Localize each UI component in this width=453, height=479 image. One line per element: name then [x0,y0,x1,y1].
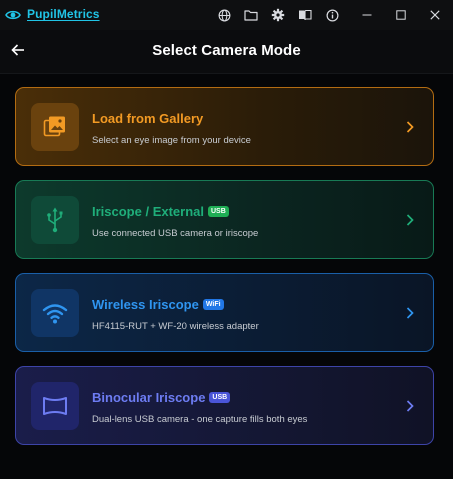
page-title: Select Camera Mode [152,42,301,59]
wifi-icon [31,289,79,337]
chevron-right-icon [404,212,416,228]
card-description: Dual-lens USB camera - one capture fills… [92,414,308,425]
usb-badge: USB [209,392,231,403]
iriscope-external-card[interactable]: Iriscope / External USB Use connected USB… [15,180,434,259]
eye-icon [5,7,21,23]
close-icon[interactable] [425,5,445,25]
load-from-gallery-card[interactable]: Load from Gallery Select an eye image fr… [15,87,434,166]
usb-badge: USB [208,206,229,217]
title-bar: PupilMetrics [0,0,453,30]
card-description: Use connected USB camera or iriscope [92,228,259,239]
binocular-iriscope-card[interactable]: Binocular Iriscope USB Dual-lens USB came… [15,366,434,445]
folder-icon[interactable] [243,7,259,23]
gallery-image-icon [31,103,79,151]
chevron-right-icon [404,398,416,414]
card-title: Load from Gallery [92,111,204,126]
wifi-badge: WiFi [202,299,224,310]
app-name: PupilMetrics [27,7,100,21]
card-description: HF4115-RUT + WF-20 wireless adapter [92,321,259,332]
card-title: Wireless Iriscope WiFi [92,297,224,312]
gear-icon[interactable] [270,7,286,23]
book-icon[interactable] [297,7,313,23]
info-icon[interactable] [324,7,340,23]
panorama-icon [31,382,79,430]
chevron-right-icon [404,305,416,321]
globe-icon[interactable] [216,7,232,23]
page-header: Select Camera Mode [0,30,453,74]
wireless-iriscope-card[interactable]: Wireless Iriscope WiFi HF4115-RUT + WF-20… [15,273,434,352]
minimize-icon[interactable] [357,5,377,25]
usb-icon [31,196,79,244]
card-title: Binocular Iriscope USB [92,390,231,405]
chevron-right-icon [404,119,416,135]
card-description: Select an eye image from your device [92,135,251,146]
maximize-icon[interactable] [391,5,411,25]
card-title: Iriscope / External USB [92,204,229,219]
